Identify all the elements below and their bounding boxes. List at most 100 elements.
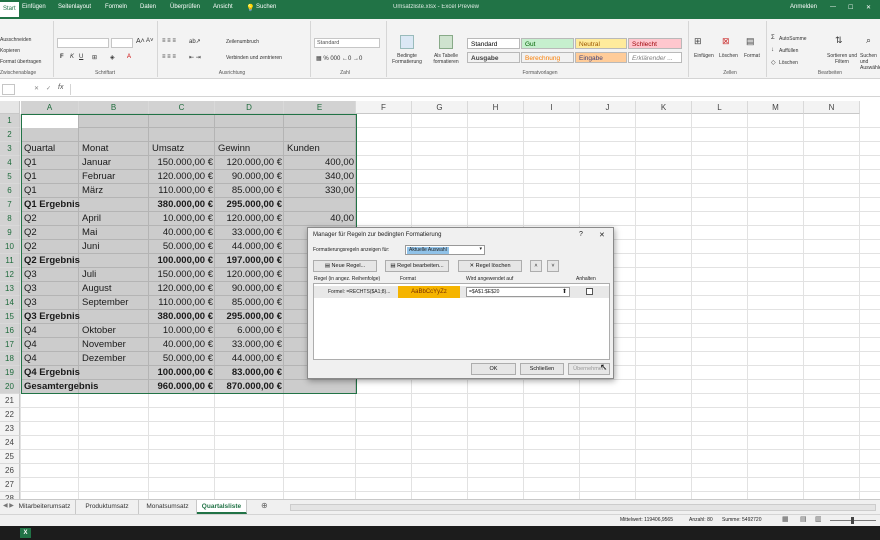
column-header-I[interactable]: I [524, 101, 580, 114]
row-header-5[interactable]: 5 [0, 170, 20, 184]
tab-ansicht[interactable]: Ansicht [213, 4, 233, 10]
column-header-G[interactable]: G [412, 101, 468, 114]
rule-row[interactable]: Formel: =RECHTS($A1;8)... AaBbCcYyZz =$A… [314, 286, 609, 298]
stop-if-true-checkbox[interactable] [586, 288, 593, 295]
column-header-K[interactable]: K [636, 101, 692, 114]
column-header-L[interactable]: L [692, 101, 748, 114]
cut-button[interactable]: Ausschneiden [0, 37, 31, 43]
row-header-11[interactable]: 11 [0, 254, 20, 268]
cell-style-berechnung[interactable]: Berechnung [521, 52, 574, 63]
cell-D4[interactable]: 120.000,00 € [217, 156, 282, 170]
cell-C3[interactable]: Umsatz [152, 142, 184, 156]
cell-C7[interactable]: 380.000,00 € [151, 198, 213, 212]
cell-E6[interactable]: 330,00 [286, 184, 354, 198]
row-header-25[interactable]: 25 [0, 450, 20, 464]
format-as-table-button[interactable]: Als Tabelle formatieren [428, 53, 464, 65]
cell-C10[interactable]: 50.000,00 € [151, 240, 213, 254]
cell-C12[interactable]: 150.000,00 € [151, 268, 213, 282]
row-header-19[interactable]: 19 [0, 366, 20, 380]
tab-einfuegen[interactable]: Einfügen [22, 4, 46, 10]
move-up-button[interactable]: ˄ [530, 260, 542, 272]
cell-style-ausgabe[interactable]: Ausgabe [467, 52, 520, 63]
column-header-A[interactable]: A [21, 101, 79, 114]
cell-A13[interactable]: Q3 [24, 282, 37, 296]
sheet-tab-quartalsliste[interactable]: Quartalsliste [197, 500, 247, 514]
horizontal-scrollbar[interactable] [290, 504, 876, 511]
sheet-tab-produktumsatz[interactable]: Produktumsatz [76, 500, 139, 514]
row-header-13[interactable]: 13 [0, 282, 20, 296]
merge-center-button[interactable]: Verbinden und zentrieren [226, 55, 282, 61]
row-header-26[interactable]: 26 [0, 464, 20, 478]
row-header-24[interactable]: 24 [0, 436, 20, 450]
cell-A11[interactable]: Q2 Ergebnis [24, 254, 80, 268]
ok-button[interactable]: OK [471, 363, 516, 375]
row-header-21[interactable]: 21 [0, 394, 20, 408]
conditional-format-button[interactable]: Bedingte Formatierung [388, 53, 426, 65]
column-header-J[interactable]: J [580, 101, 636, 114]
cell-A10[interactable]: Q2 [24, 240, 37, 254]
row-header-7[interactable]: 7 [0, 198, 20, 212]
name-box[interactable] [2, 84, 15, 95]
close-icon[interactable]: ✕ [866, 4, 871, 11]
active-cell[interactable] [22, 115, 78, 128]
cell-B5[interactable]: Februar [82, 170, 115, 184]
cell-E4[interactable]: 400,00 [286, 156, 354, 170]
cell-E8[interactable]: 40,00 [286, 212, 354, 226]
font-color-icon[interactable]: A [127, 54, 131, 60]
align-top-icon[interactable]: ≡ ≡ ≡ [162, 38, 176, 44]
tab-formeln[interactable]: Formeln [105, 4, 127, 10]
cell-D6[interactable]: 85.000,00 € [217, 184, 282, 198]
cell-C14[interactable]: 110.000,00 € [151, 296, 213, 310]
cell-C4[interactable]: 150.000,00 € [151, 156, 213, 170]
column-header-N[interactable]: N [804, 101, 860, 114]
range-select-icon[interactable]: ⬆ [562, 288, 567, 295]
applies-to-input[interactable]: =$A$1:$E$20 ⬆ [466, 287, 570, 297]
cell-D17[interactable]: 33.000,00 € [217, 338, 282, 352]
cell-C6[interactable]: 110.000,00 € [151, 184, 213, 198]
cell-D19[interactable]: 83.000,00 € [217, 366, 282, 380]
cell-A16[interactable]: Q4 [24, 324, 37, 338]
view-normal-icon[interactable]: ▦ [782, 515, 789, 523]
delete-rule-button[interactable]: ✕ Regel löschen [458, 260, 522, 272]
row-header-18[interactable]: 18 [0, 352, 20, 366]
cell-D15[interactable]: 295.000,00 € [217, 310, 282, 324]
function-icon[interactable]: fx [58, 84, 63, 91]
cell-A6[interactable]: Q1 [24, 184, 37, 198]
underline-icon[interactable]: U [79, 54, 83, 60]
cell-A17[interactable]: Q4 [24, 338, 37, 352]
cell-C11[interactable]: 100.000,00 € [151, 254, 213, 268]
row-header-27[interactable]: 27 [0, 478, 20, 492]
cell-A5[interactable]: Q1 [24, 170, 37, 184]
column-header-M[interactable]: M [748, 101, 804, 114]
cell-C5[interactable]: 120.000,00 € [151, 170, 213, 184]
cell-D16[interactable]: 6.000,00 € [217, 324, 282, 338]
cell-B14[interactable]: September [82, 296, 128, 310]
cell-D18[interactable]: 44.000,00 € [217, 352, 282, 366]
row-header-17[interactable]: 17 [0, 338, 20, 352]
cell-C16[interactable]: 10.000,00 € [151, 324, 213, 338]
cell-B13[interactable]: August [82, 282, 112, 296]
cell-B12[interactable]: Juli [82, 268, 96, 282]
cell-style-schlecht[interactable]: Schlecht [628, 38, 682, 49]
fill-color-icon[interactable]: ◈ [110, 54, 115, 61]
delete-cells-button[interactable]: Löschen [719, 53, 738, 59]
tab-ueberpruefen[interactable]: Überprüfen [170, 4, 200, 10]
font-name-combo[interactable] [57, 38, 109, 48]
cell-D9[interactable]: 33.000,00 € [217, 226, 282, 240]
cell-style-standard[interactable]: Standard [467, 38, 520, 49]
cell-style-neutral[interactable]: Neutral [575, 38, 627, 49]
sign-in-link[interactable]: Anmelden [790, 4, 817, 10]
cell-style-erklärender-[interactable]: Erklärender ... [628, 52, 682, 63]
row-header-15[interactable]: 15 [0, 310, 20, 324]
cell-D11[interactable]: 197.000,00 € [217, 254, 282, 268]
tab-daten[interactable]: Daten [140, 4, 156, 10]
sort-filter-button[interactable]: Sortieren und Filtern [822, 53, 862, 65]
cell-C19[interactable]: 100.000,00 € [151, 366, 213, 380]
excel-app-icon[interactable]: X [20, 528, 31, 538]
row-header-23[interactable]: 23 [0, 422, 20, 436]
cell-A19[interactable]: Q4 Ergebnis [24, 366, 80, 380]
cell-D13[interactable]: 90.000,00 € [217, 282, 282, 296]
format-painter-button[interactable]: Format übertragen [0, 59, 41, 65]
orientation-icon[interactable]: ab↗ [189, 38, 201, 45]
cell-A7[interactable]: Q1 Ergebnis [24, 198, 80, 212]
